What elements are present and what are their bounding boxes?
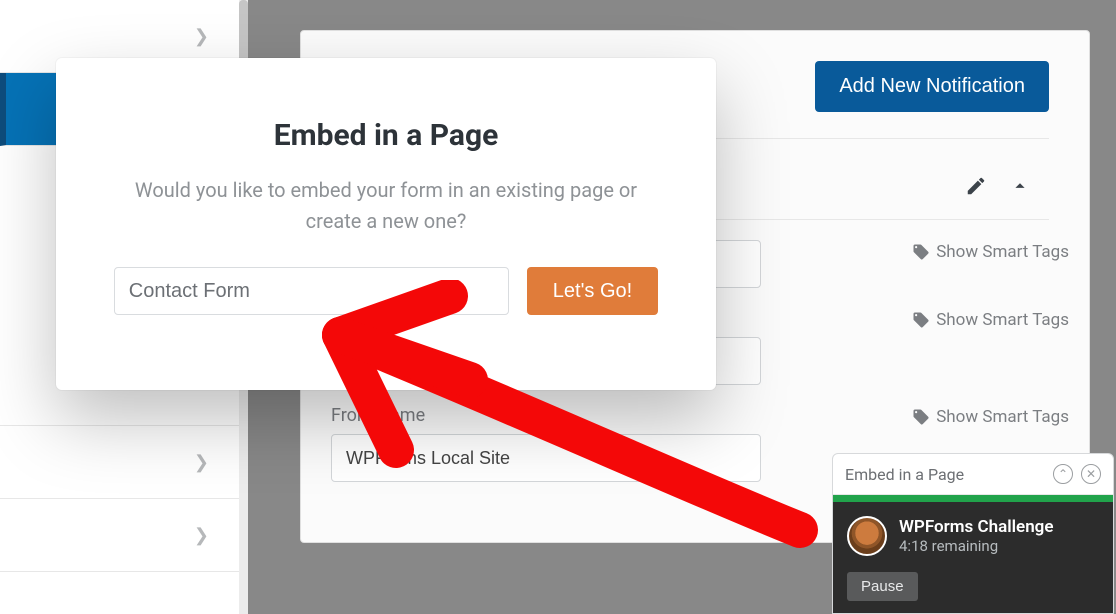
widget-body: WPForms Challenge 4:18 remaining — [833, 502, 1113, 572]
widget-actions: Pause — [833, 572, 1113, 613]
show-smart-tags-link[interactable]: Show Smart Tags — [912, 242, 1069, 262]
close-icon[interactable]: ✕ — [1081, 464, 1101, 484]
modal-description: Would you like to embed your form in an … — [111, 175, 661, 237]
edit-icon[interactable] — [965, 175, 987, 201]
chevron-right-icon: ❯ — [194, 26, 209, 47]
lets-go-button[interactable]: Let's Go! — [527, 267, 658, 315]
modal-form-row: Let's Go! — [111, 267, 661, 315]
from-name-input[interactable] — [331, 434, 761, 482]
widget-header: Embed in a Page ⌃ ✕ — [833, 454, 1113, 495]
sidebar-item[interactable]: ❯ — [0, 426, 247, 499]
chevron-up-icon[interactable] — [1009, 175, 1031, 201]
embed-modal: Embed in a Page Would you like to embed … — [56, 58, 716, 390]
avatar — [847, 516, 887, 556]
chevron-right-icon: ❯ — [194, 452, 209, 473]
collapse-icon[interactable]: ⌃ — [1053, 464, 1073, 484]
challenge-title: WPForms Challenge — [899, 517, 1054, 537]
progress-bar — [833, 495, 1113, 502]
challenge-remaining: 4:18 remaining — [899, 537, 1054, 555]
modal-title: Embed in a Page — [111, 118, 661, 153]
chevron-right-icon: ❯ — [194, 525, 209, 546]
page-name-input[interactable] — [114, 267, 509, 315]
pause-button[interactable]: Pause — [847, 572, 918, 601]
show-smart-tags-link[interactable]: Show Smart Tags — [912, 407, 1069, 427]
add-new-notification-button[interactable]: Add New Notification — [815, 61, 1049, 112]
sidebar-item[interactable]: ❯ — [0, 499, 247, 572]
show-smart-tags-link[interactable]: Show Smart Tags — [912, 310, 1069, 330]
challenge-widget: Embed in a Page ⌃ ✕ WPForms Challenge 4:… — [832, 453, 1114, 614]
widget-header-title: Embed in a Page — [845, 465, 964, 484]
